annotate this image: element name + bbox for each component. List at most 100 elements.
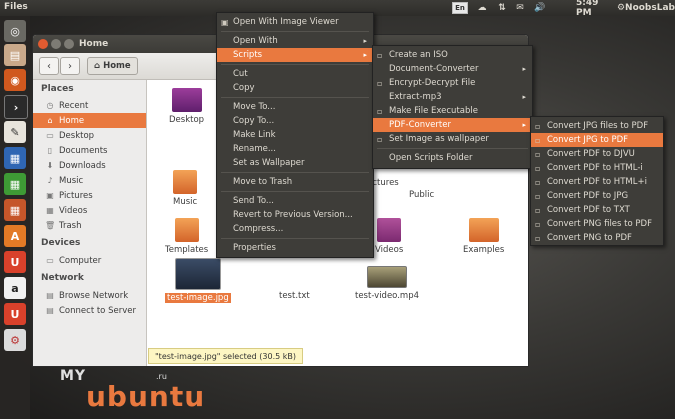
menu-item-make-link[interactable]: Make Link <box>217 128 373 142</box>
ubuntu-one-icon[interactable]: U <box>4 251 26 273</box>
script-file-icon: ▫ <box>535 205 541 215</box>
folder-icon <box>171 88 202 112</box>
menu-item-pdf-3[interactable]: ▫ Convert PDF to HTML-i <box>531 161 663 175</box>
file-label: test-image.jpg <box>165 293 231 303</box>
file-label: Music <box>173 197 198 207</box>
sidebar-item-documents[interactable]: ▯ Documents <box>33 143 146 158</box>
transfer-icon[interactable]: ⇅ <box>494 0 510 16</box>
sidebar-item-home[interactable]: ⌂ Home <box>33 113 146 128</box>
menu-item-pdf-7[interactable]: ▫ Convert PNG files to PDF <box>531 217 663 231</box>
sidebar-item-recent[interactable]: ◷ Recent <box>33 98 146 113</box>
folder-music[interactable]: Music <box>171 170 199 207</box>
sidebar-item-pictures[interactable]: ▣ Pictures <box>33 188 146 203</box>
menu-item-set-wallpaper[interactable]: Set as Wallpaper <box>217 156 373 170</box>
mail-icon[interactable]: ✉ <box>512 0 528 16</box>
menu-item-move-trash[interactable]: Move to Trash <box>217 175 373 189</box>
file-test-text[interactable]: test.txt <box>277 288 312 301</box>
camera-icon: ▣ <box>46 191 54 200</box>
amazon-icon[interactable]: a <box>4 277 26 299</box>
file-label: Examples <box>463 245 505 255</box>
sidebar-item-videos[interactable]: ▦ Videos <box>33 203 146 218</box>
keyboard-indicator[interactable]: En <box>452 0 468 16</box>
settings-icon[interactable]: ⚙ <box>4 329 26 351</box>
menu-item-pdf-0[interactable]: ▫ Convert JPG files to PDF <box>531 119 663 133</box>
menu-item-properties[interactable]: Properties <box>217 241 373 255</box>
software-center-icon[interactable]: A <box>4 225 26 247</box>
terminal-icon[interactable]: › <box>4 95 28 119</box>
folder-videos[interactable]: Videos <box>373 218 405 255</box>
sidebar-item-connect-server[interactable]: ▤ Connect to Server <box>33 303 146 318</box>
menu-item-pdf-2[interactable]: ▫ Convert PDF to DJVU <box>531 147 663 161</box>
menu-item-create-iso[interactable]: ▫ Create an ISO <box>373 48 532 62</box>
menu-item-open-scripts-folder[interactable]: Open Scripts Folder <box>373 151 532 165</box>
folder-templates[interactable]: Templates <box>163 218 210 255</box>
volume-icon[interactable]: 🔊 <box>532 0 548 16</box>
dash-icon[interactable]: ◎ <box>4 20 26 42</box>
folder-examples[interactable]: Examples <box>461 218 506 255</box>
menu-item-pdf-6[interactable]: ▫ Convert PDF to TXT <box>531 203 663 217</box>
menu-item-rename[interactable]: Rename... <box>217 142 373 156</box>
forward-button[interactable]: › <box>60 57 80 75</box>
menu-item-cut[interactable]: Cut <box>217 67 373 81</box>
sidebar-item-label: Home <box>59 115 85 126</box>
sidebar-item-computer[interactable]: ▭ Computer <box>33 253 146 268</box>
sidebar-item-trash[interactable]: 🗑 Trash <box>33 218 146 233</box>
text-editor-icon[interactable]: ✎ <box>4 121 26 143</box>
clock[interactable]: 5:49 PM <box>576 0 612 18</box>
script-file-icon: ▫ <box>535 219 541 229</box>
menu-item-copy[interactable]: Copy <box>217 81 373 95</box>
folder-desktop[interactable]: Desktop <box>167 88 206 125</box>
file-label: test.txt <box>279 291 310 301</box>
music-icon: ♪ <box>47 176 53 185</box>
script-file-icon: ▫ <box>535 191 541 201</box>
menu-item-pdf-1[interactable]: ▫ Convert JPG to PDF <box>531 133 663 147</box>
menu-separator <box>221 64 369 65</box>
impress-icon[interactable]: ▦ <box>4 199 26 221</box>
sidebar-item-label: Videos <box>59 205 88 216</box>
close-icon[interactable] <box>38 39 48 49</box>
menu-separator <box>377 148 528 149</box>
keyboard-layout-label: En <box>452 2 468 14</box>
video-thumbnail <box>367 266 407 288</box>
sidebar-item-browse-network[interactable]: ▤ Browse Network <box>33 288 146 303</box>
user-name[interactable]: NoobsLab <box>625 0 675 16</box>
menu-item-set-image-wallpaper[interactable]: ▫ Set Image as wallpaper <box>373 132 532 146</box>
sidebar-item-music[interactable]: ♪ Music <box>33 173 146 188</box>
download-icon: ⬇ <box>46 161 54 170</box>
minimize-icon[interactable] <box>51 39 61 49</box>
sidebar-item-desktop[interactable]: ▭ Desktop <box>33 128 146 143</box>
cloud-icon[interactable]: ☁ <box>474 0 490 16</box>
sidebar-item-label: Downloads <box>59 160 106 171</box>
firefox-icon[interactable]: ◉ <box>4 69 26 91</box>
breadcrumb[interactable]: ⌂ Home <box>87 57 138 75</box>
menu-item-copy-to[interactable]: Copy To... <box>217 114 373 128</box>
script-file-icon: ▫ <box>535 121 541 131</box>
menu-item-open-with[interactable]: Open With ▸ <box>217 34 373 48</box>
menu-separator <box>221 97 369 98</box>
menu-item-move-to[interactable]: Move To... <box>217 100 373 114</box>
calc-icon[interactable]: ▦ <box>4 173 26 195</box>
back-button[interactable]: ‹ <box>39 57 59 75</box>
writer-icon[interactable]: ▦ <box>4 147 26 169</box>
menu-item-pdf-4[interactable]: ▫ Convert PDF to HTML+i <box>531 175 663 189</box>
files-icon[interactable]: ▤ <box>4 44 26 66</box>
file-test-video[interactable]: test-video.mp4 <box>353 266 421 301</box>
sidebar-item-downloads[interactable]: ⬇ Downloads <box>33 158 146 173</box>
menu-item-revert[interactable]: Revert to Previous Version... <box>217 208 373 222</box>
ubuntu-one-music-icon[interactable]: U <box>4 303 26 325</box>
menu-item-extract-mp3[interactable]: Extract-mp3 ▸ <box>373 90 532 104</box>
menu-item-open-with-viewer[interactable]: ▣ Open With Image Viewer <box>217 15 373 29</box>
menu-item-pdf-5[interactable]: ▫ Convert PDF to JPG <box>531 189 663 203</box>
menu-item-scripts[interactable]: Scripts ▸ <box>217 48 373 62</box>
menu-item-document-converter[interactable]: Document-Converter ▸ <box>373 62 532 76</box>
pdf-converter-submenu: ▫ Convert JPG files to PDF ▫ Convert JPG t… <box>530 116 664 246</box>
maximize-icon[interactable] <box>64 39 74 49</box>
file-test-image[interactable]: test-image.jpg <box>165 258 231 303</box>
folder-public[interactable]: Public <box>407 187 436 200</box>
menu-item-make-executable[interactable]: ▫ Make File Executable <box>373 104 532 118</box>
menu-item-send-to[interactable]: Send To... <box>217 194 373 208</box>
menu-item-encrypt-decrypt[interactable]: ▫ Encrypt-Decrypt File <box>373 76 532 90</box>
menu-item-compress[interactable]: Compress... <box>217 222 373 236</box>
menu-item-pdf-8[interactable]: ▫ Convert PNG to PDF <box>531 231 663 245</box>
menu-item-pdf-converter[interactable]: PDF-Converter ▸ <box>373 118 532 132</box>
